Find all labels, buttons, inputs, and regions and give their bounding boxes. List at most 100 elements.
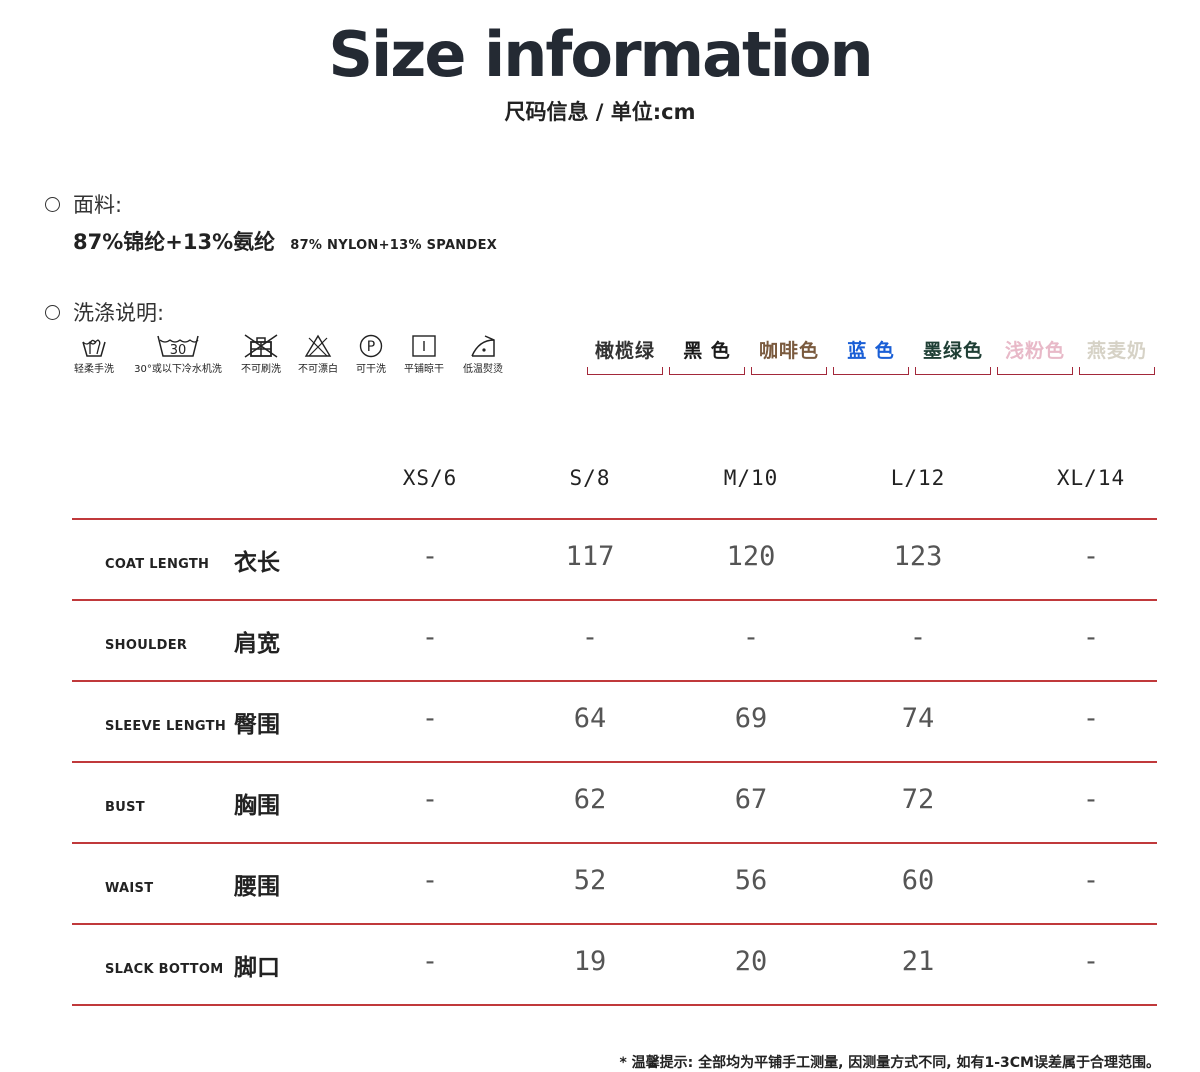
- table-cell: 123: [893, 541, 943, 572]
- table-divider: [72, 1004, 1157, 1006]
- measurement-footnote: * 温馨提示: 全部均为平铺手工测量, 因测量方式不同, 如有1-3CM误差属于…: [619, 1055, 1160, 1071]
- table-cell: 67: [734, 784, 768, 815]
- color-bracket: [997, 367, 1073, 375]
- table-cell: -: [421, 541, 439, 572]
- care-item-label: 30°或以下冷水机洗: [134, 364, 222, 375]
- table-cell: -: [421, 946, 439, 977]
- color-bracket: [1079, 367, 1155, 375]
- row-label-en: SLEEVE LENGTH: [105, 719, 227, 734]
- table-cell: 62: [573, 784, 607, 815]
- row-label-cn: 衣长: [234, 550, 280, 576]
- color-name: 黑 色: [683, 340, 731, 362]
- table-cell: -: [742, 622, 760, 653]
- table-cell: -: [421, 703, 439, 734]
- row-label-cn: 胸围: [234, 793, 280, 819]
- color-name: 橄榄绿: [594, 340, 655, 362]
- care-item-iron-low: 低温熨烫: [448, 334, 518, 375]
- color-option-oat-milk[interactable]: 燕麦奶: [1078, 336, 1156, 375]
- row-label-en: BUST: [105, 800, 145, 815]
- care-label: 洗涤说明:: [73, 301, 165, 325]
- table-cell: 52: [573, 865, 607, 896]
- color-option-light-pink[interactable]: 浅粉色: [996, 336, 1074, 375]
- column-header-xl: XL/14: [1056, 466, 1126, 490]
- table-cell: -: [1082, 703, 1100, 734]
- color-bracket: [587, 367, 663, 375]
- color-name: 浅粉色: [1004, 340, 1065, 362]
- table-cell: 64: [573, 703, 607, 734]
- svg-text:30: 30: [170, 343, 187, 358]
- table-cell: -: [421, 784, 439, 815]
- table-cell: -: [421, 622, 439, 653]
- machine-wash-30-icon: 30: [157, 335, 199, 358]
- table-cell: 21: [901, 946, 935, 977]
- table-divider: [72, 923, 1157, 925]
- column-header-xs: XS/6: [402, 466, 458, 490]
- no-brush-icon: [244, 334, 278, 358]
- row-label-en: SHOULDER: [105, 638, 188, 653]
- fabric-bullet-icon: [45, 197, 60, 212]
- table-divider: [72, 761, 1157, 763]
- table-cell: -: [1082, 784, 1100, 815]
- color-option-coffee[interactable]: 咖啡色: [750, 336, 828, 375]
- table-divider: [72, 842, 1157, 844]
- table-divider: [72, 518, 1157, 520]
- table-cell: 56: [734, 865, 768, 896]
- color-bracket: [669, 367, 745, 375]
- color-name: 蓝 色: [847, 340, 895, 362]
- dry-clean-p-icon: P: [359, 334, 383, 358]
- table-cell: 117: [565, 541, 615, 572]
- hand-wash-icon: [82, 339, 106, 357]
- table-cell: 20: [734, 946, 768, 977]
- column-header-s: S/8: [569, 466, 611, 490]
- row-label-en: WAIST: [105, 881, 154, 896]
- color-option-black[interactable]: 黑 色: [668, 336, 746, 375]
- page-subtitle: 尺码信息 / 单位:cm: [504, 100, 696, 124]
- care-item-label: 低温熨烫: [463, 364, 503, 375]
- table-cell: -: [581, 622, 599, 653]
- table-divider: [72, 680, 1157, 682]
- color-bracket: [751, 367, 827, 375]
- table-cell: 69: [734, 703, 768, 734]
- table-cell: 72: [901, 784, 935, 815]
- row-label-cn: 腰围: [234, 874, 280, 900]
- column-header-m: M/10: [723, 466, 779, 490]
- no-bleach-icon: [304, 334, 332, 357]
- fabric-composition-en: 87% NYLON+13% SPANDEX: [290, 238, 498, 253]
- table-cell: -: [1082, 865, 1100, 896]
- row-label-en: COAT LENGTH: [105, 557, 210, 572]
- care-item-hand-wash: 轻柔手洗: [59, 334, 129, 375]
- table-cell: -: [1082, 541, 1100, 572]
- care-item-machine-wash: 30 30°或以下冷水机洗: [128, 334, 228, 375]
- table-cell: 60: [901, 865, 935, 896]
- column-header-l: L/12: [890, 466, 946, 490]
- table-cell: 120: [726, 541, 776, 572]
- table-cell: -: [1082, 622, 1100, 653]
- iron-low-icon: [471, 335, 495, 357]
- table-cell: -: [909, 622, 927, 653]
- row-label-en: SLACK BOTTOM: [105, 962, 224, 977]
- color-option-olive[interactable]: 橄榄绿: [586, 336, 664, 375]
- care-item-label: 轻柔手洗: [74, 364, 114, 375]
- page-title: Size information: [328, 18, 873, 91]
- color-option-blue[interactable]: 蓝 色: [832, 336, 910, 375]
- table-cell: -: [1082, 946, 1100, 977]
- fabric-label: 面料:: [73, 193, 123, 217]
- table-cell: 19: [573, 946, 607, 977]
- color-options: 橄榄绿 黑 色 咖啡色 蓝 色 墨绿色 浅粉色 燕麦奶: [586, 336, 1156, 375]
- color-name: 咖啡色: [758, 340, 819, 362]
- row-label-cn: 臀围: [234, 712, 280, 738]
- care-bullet-icon: [45, 305, 60, 320]
- table-divider: [72, 599, 1157, 601]
- color-name: 墨绿色: [922, 340, 983, 362]
- svg-text:P: P: [367, 339, 375, 355]
- fabric-composition: 87%锦纶+13%氨纶 87% NYLON+13% SPANDEX: [73, 226, 497, 256]
- table-cell: 74: [901, 703, 935, 734]
- dry-flat-icon: [412, 335, 436, 357]
- color-bracket: [833, 367, 909, 375]
- fabric-composition-cn: 87%锦纶+13%氨纶: [73, 230, 276, 254]
- color-name: 燕麦奶: [1086, 340, 1147, 362]
- row-label-cn: 脚口: [234, 955, 280, 981]
- color-bracket: [915, 367, 991, 375]
- color-option-dark-green[interactable]: 墨绿色: [914, 336, 992, 375]
- row-label-cn: 肩宽: [234, 631, 280, 657]
